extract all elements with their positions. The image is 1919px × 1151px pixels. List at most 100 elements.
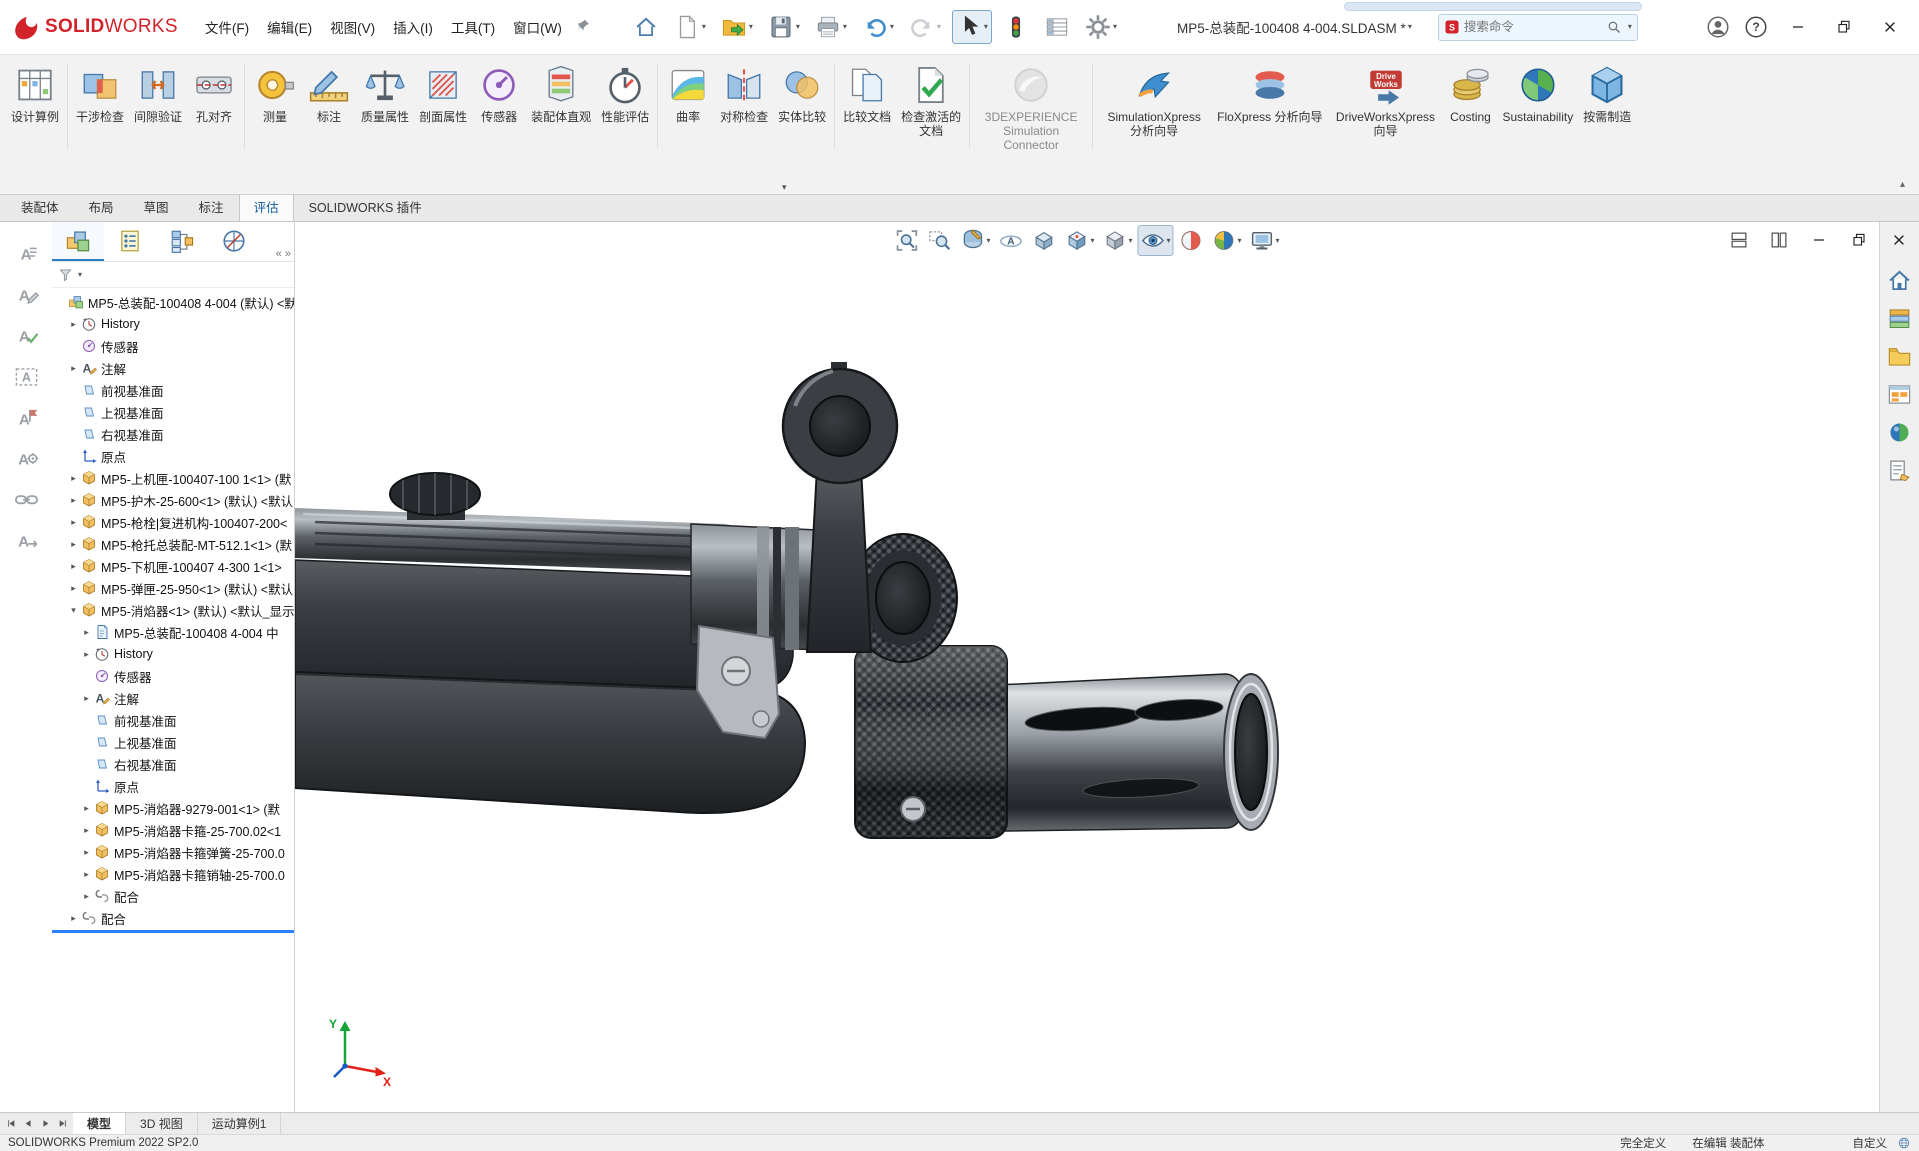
ribbon-collapse-icon[interactable]: ▴ xyxy=(1900,179,1905,190)
display-style-button[interactable]: ▾ xyxy=(1099,225,1135,256)
annotation-link-button[interactable] xyxy=(10,484,42,514)
tree-item[interactable]: ▸MP5-弹匣-25-950<1> (默认) <默认 xyxy=(52,577,294,599)
search-icon[interactable] xyxy=(1606,19,1622,35)
ribbon-tool-markup[interactable]: 标注 xyxy=(302,59,356,154)
task-pane-view-palette-button[interactable] xyxy=(1885,380,1915,408)
annotation-check-button[interactable]: A xyxy=(10,320,42,350)
ribbon-tool-sensors[interactable]: 传感器 xyxy=(472,59,526,154)
ribbon-tool-clearance[interactable]: 间隙验证 xyxy=(129,59,187,154)
command-tab-5[interactable]: SOLIDWORKS 插件 xyxy=(294,192,437,221)
tree-filter-input[interactable] xyxy=(85,266,288,284)
menu-item-tools[interactable]: 工具(T) xyxy=(442,11,504,43)
tree-item[interactable]: 原点 xyxy=(52,775,294,797)
tree-expand-arrow-icon[interactable]: ▸ xyxy=(67,913,80,924)
ribbon-tool-interference[interactable]: 干涉检查 xyxy=(71,59,129,154)
doc-minimize-button[interactable] xyxy=(1807,228,1831,252)
tree-expand-arrow-icon[interactable]: ▸ xyxy=(80,847,93,858)
tree-item[interactable]: 上视基准面 xyxy=(52,731,294,753)
view-settings-button[interactable]: ▾ xyxy=(1247,225,1283,256)
hide-show-items-caret-icon[interactable]: ▾ xyxy=(1167,236,1171,245)
bottom-tab-0[interactable]: 模型 xyxy=(73,1113,126,1134)
open-caret-icon[interactable]: ▾ xyxy=(749,23,753,31)
task-pane-home-pane-button[interactable] xyxy=(1885,266,1915,294)
ribbon-tool-measure[interactable]: 测量 xyxy=(248,59,302,154)
ribbon-tool-costing[interactable]: Costing xyxy=(1444,59,1498,154)
tree-expand-arrow-icon[interactable]: ▸ xyxy=(80,803,93,814)
tree-item[interactable]: ▸A注解 xyxy=(52,357,294,379)
print-button[interactable]: ▾ xyxy=(811,10,851,44)
ribbon-tool-driveworksxpress[interactable]: DriveWorksDriveWorksXpress 向导 xyxy=(1328,59,1444,154)
tree-expand-arrow-icon[interactable]: ▸ xyxy=(67,583,80,594)
tree-expand-arrow-icon[interactable]: ▸ xyxy=(80,869,93,880)
ribbon-tool-design-study[interactable]: 设计算例 xyxy=(6,59,64,154)
menu-item-edit[interactable]: 编辑(E) xyxy=(258,11,321,43)
ribbon-tool-compare-entities[interactable]: 实体比较 xyxy=(773,59,831,154)
app-minimize-button[interactable] xyxy=(1775,8,1821,46)
tree-expand-arrow-icon[interactable]: ▸ xyxy=(67,319,80,330)
ribbon-tool-performance-evaluation[interactable]: 性能评估 xyxy=(596,59,654,154)
command-tab-3[interactable]: 标注 xyxy=(184,192,239,221)
ribbon-tool-threedx-connector[interactable]: 3DEXPERIENCE Simulation Connector xyxy=(973,59,1089,154)
apply-scene-button[interactable]: ▾ xyxy=(1209,225,1245,256)
redo-caret-icon[interactable]: ▾ xyxy=(937,23,941,31)
ribbon-tool-section-properties[interactable]: 剖面属性 xyxy=(414,59,472,154)
tree-item[interactable]: ▸MP5-消焰器卡箍弹簧-25-700.0 xyxy=(52,841,294,863)
menu-pin-button[interactable] xyxy=(573,16,595,38)
tree-expand-arrow-icon[interactable]: ▸ xyxy=(67,473,80,484)
task-pane-design-library-button[interactable] xyxy=(1885,304,1915,332)
tree-item[interactable]: 原点 xyxy=(52,445,294,467)
panel-scroll-right-icon[interactable]: » xyxy=(285,248,291,260)
panel-tab-propertymanager[interactable] xyxy=(104,222,156,261)
tree-item[interactable]: 传感器 xyxy=(52,335,294,357)
tree-expand-arrow-icon[interactable]: ▸ xyxy=(80,891,93,902)
view-orientation-caret-icon[interactable]: ▾ xyxy=(1090,236,1094,245)
tree-expand-arrow-icon[interactable]: ▸ xyxy=(67,561,80,572)
tree-item[interactable]: ▸A注解 xyxy=(52,687,294,709)
drawing-view-3d-button[interactable] xyxy=(1028,225,1059,256)
app-restore-button[interactable] xyxy=(1821,8,1867,46)
apply-scene-caret-icon[interactable]: ▾ xyxy=(1238,236,1242,245)
undo-button[interactable]: ▾ xyxy=(858,10,898,44)
annotation-flag-button[interactable]: A xyxy=(10,402,42,432)
ribbon-tool-floxpress[interactable]: FloXpress 分析向导 xyxy=(1212,59,1327,154)
task-pane-custom-properties-button[interactable] xyxy=(1885,456,1915,484)
menu-item-window[interactable]: 窗口(W) xyxy=(504,11,571,43)
ribbon-tool-symmetry-check[interactable]: 对称检查 xyxy=(715,59,773,154)
annotation-settings-button[interactable]: A xyxy=(10,443,42,473)
tree-item[interactable]: ▸MP5-消焰器卡箍销轴-25-700.0 xyxy=(52,863,294,885)
bom-table-button[interactable] xyxy=(1040,10,1074,44)
command-tab-1[interactable]: 布局 xyxy=(74,192,129,221)
tree-item[interactable]: ▸MP5-下机匣-100407 4-300 1<1> xyxy=(52,555,294,577)
command-tab-2[interactable]: 草图 xyxy=(129,192,184,221)
view-orientation-button[interactable]: ▾ xyxy=(1061,225,1097,256)
panel-tab-dimxpertmanager[interactable] xyxy=(208,222,260,261)
tree-item[interactable]: MP5-总装配-100408 4-004 (默认) <默 xyxy=(52,291,294,313)
section-view-button[interactable]: ▾ xyxy=(957,225,993,256)
tree-item[interactable]: ▸配合 xyxy=(52,907,294,929)
tree-item[interactable]: ▸MP5-消焰器卡箍-25-700.02<1 xyxy=(52,819,294,841)
annotation-note-button[interactable]: A xyxy=(10,238,42,268)
ribbon-tool-compare-documents[interactable]: 比较文档 xyxy=(838,59,896,154)
ribbon-tool-mass-properties[interactable]: 质量属性 xyxy=(356,59,414,154)
display-style-caret-icon[interactable]: ▾ xyxy=(1128,236,1132,245)
tree-item[interactable]: ▸History xyxy=(52,643,294,665)
tree-item[interactable]: ▸History xyxy=(52,313,294,335)
bottom-tab-1[interactable]: 3D 视图 xyxy=(126,1113,198,1134)
task-pane-file-explorer-button[interactable] xyxy=(1885,342,1915,370)
tree-item[interactable]: ▸MP5-总装配-100408 4-004 中 xyxy=(52,621,294,643)
redo-button[interactable]: ▾ xyxy=(905,10,945,44)
ribbon-tool-curvature[interactable]: 曲率 xyxy=(661,59,715,154)
task-pane-appearances-button[interactable] xyxy=(1885,418,1915,446)
tree-item[interactable]: ▾MP5-消焰器<1> (默认) <默认_显示 xyxy=(52,599,294,621)
dynamic-annotation-views-button[interactable]: A xyxy=(995,225,1026,256)
tree-item[interactable]: 传感器 xyxy=(52,665,294,687)
menu-item-view[interactable]: 视图(V) xyxy=(321,11,384,43)
traffic-light-button[interactable] xyxy=(999,10,1033,44)
tree-item[interactable]: 右视基准面 xyxy=(52,753,294,775)
tree-item[interactable]: 前视基准面 xyxy=(52,379,294,401)
select-caret-icon[interactable]: ▾ xyxy=(984,23,988,31)
tree-item[interactable]: ▸MP5-护木-25-600<1> (默认) <默认 xyxy=(52,489,294,511)
nav-last-button[interactable] xyxy=(54,1116,70,1132)
nav-first-button[interactable] xyxy=(3,1116,19,1132)
tree-item[interactable]: 前视基准面 xyxy=(52,709,294,731)
